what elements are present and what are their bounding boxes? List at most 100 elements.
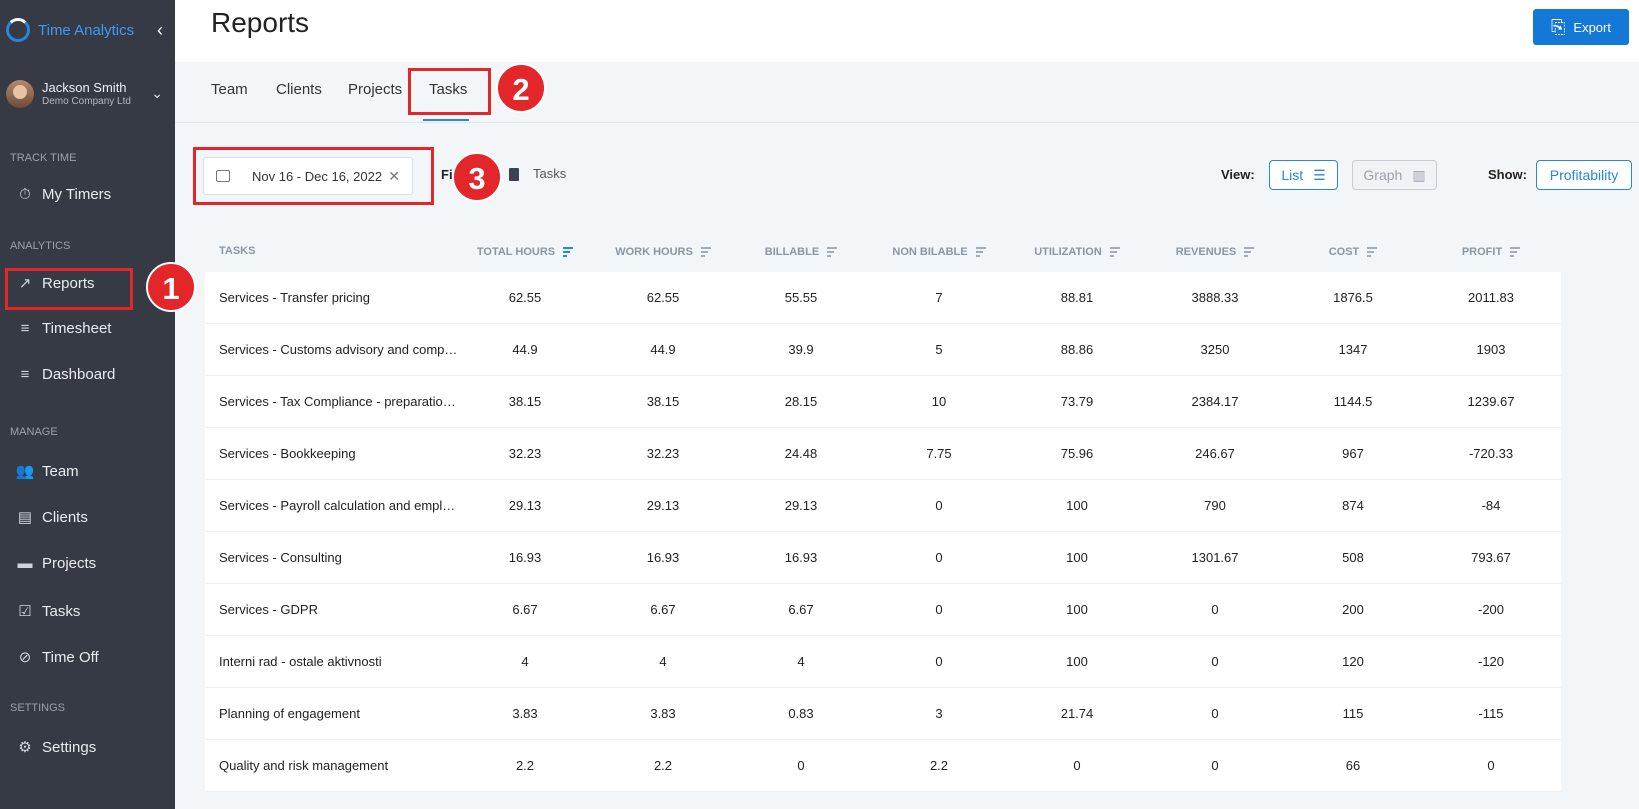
value-cell: 0 (935, 498, 943, 513)
sort-icon[interactable] (1367, 245, 1378, 259)
page-title: Reports (211, 7, 310, 38)
column-header[interactable]: PROFIT (1431, 245, 1551, 259)
filter-tasks-chip[interactable]: Tasks (533, 166, 566, 181)
sidebar-item-timesheet[interactable]: ≡ Timesheet (14, 320, 112, 337)
value-cell: -120 (1477, 654, 1505, 669)
task-name-cell: Services - Customs advisory and compli..… (219, 342, 459, 357)
value-cell: 1301.67 (1191, 550, 1239, 565)
contact-card-icon: ▤ (17, 509, 33, 526)
sidebar-item-settings[interactable]: ⚙ Settings (14, 738, 96, 757)
value-cell: 29.13 (508, 498, 542, 513)
value-cell: 100 (1066, 602, 1088, 617)
value-cell: 200 (1342, 602, 1364, 617)
value-cell: 2.2 (515, 758, 535, 773)
user-menu[interactable]: Jackson Smith Demo Company Ltd ⌄ (6, 80, 171, 108)
task-name-cell: Services - Payroll calculation and emplo… (219, 498, 459, 513)
value-cell: -200 (1477, 602, 1505, 617)
value-cell: 0 (1211, 706, 1219, 721)
table-row[interactable]: Services - Consulting 16.93 16.93 16.93 0 100… (205, 532, 1561, 584)
table-row[interactable]: Services - Customs advisory and compli..… (205, 324, 1561, 376)
value-cell: 38.15 (508, 394, 542, 409)
column-header[interactable]: BILLABLE (741, 245, 861, 259)
column-header[interactable]: COST (1293, 245, 1413, 259)
brand[interactable]: Time Analytics (6, 18, 134, 42)
task-name-cell: Services - GDPR (219, 602, 318, 617)
value-cell: 3 (935, 706, 943, 721)
table-row[interactable]: Interni rad - ostale aktivnosti 4 4 4 0 100 0 1… (205, 636, 1561, 688)
step-badge-1: 1 (146, 262, 196, 312)
tab-team[interactable]: Team (211, 81, 248, 98)
table-row[interactable]: Services - GDPR 6.67 6.67 6.67 0 100 0 200 -200 (205, 584, 1561, 636)
sort-icon[interactable] (563, 245, 574, 259)
table-row[interactable]: Quality and risk management 2.2 2.2 0 2.2 0 0 6… (205, 740, 1561, 792)
value-cell: 10 (931, 394, 947, 409)
value-cell: 246.67 (1195, 446, 1235, 461)
chevron-left-icon[interactable]: ‹ (157, 20, 163, 41)
sidebar-item-time-off[interactable]: ⊘ Time Off (14, 648, 99, 667)
chevron-down-icon[interactable]: ⌄ (151, 85, 163, 102)
value-cell: 6.67 (788, 602, 814, 617)
bar-chart-icon: ▥ (1412, 166, 1426, 183)
sort-icon[interactable] (1510, 245, 1521, 259)
sort-icon[interactable] (975, 245, 986, 259)
value-cell: 1903 (1476, 342, 1506, 357)
app-name: Time Analytics (38, 21, 135, 39)
column-header[interactable]: REVENUES (1155, 245, 1275, 259)
section-settings: SETTINGS (10, 702, 66, 714)
column-header[interactable]: WORK HOURS (603, 245, 723, 259)
export-button[interactable]: ⎘ Export (1533, 9, 1629, 45)
graph-view-button[interactable]: Graph ▥ (1352, 160, 1437, 190)
value-cell: 0 (797, 758, 805, 773)
filter-label: Fi (441, 167, 453, 182)
value-cell: 0 (1073, 758, 1081, 773)
sort-icon[interactable] (827, 245, 838, 259)
table-row[interactable]: Services - Bookkeeping 32.23 32.23 24.48 7.7… (205, 428, 1561, 480)
value-cell: 3.83 (512, 706, 538, 721)
step-badge-3: 3 (452, 152, 502, 202)
column-header[interactable]: NON BILABLE (879, 245, 999, 259)
task-name-cell: Services - Tax Compliance - preparation … (219, 394, 459, 409)
sort-icon[interactable] (1109, 245, 1120, 259)
value-cell: 55.55 (784, 290, 818, 305)
sidebar-item-dashboard[interactable]: ≡ Dashboard (14, 366, 116, 383)
value-cell: 100 (1066, 550, 1088, 565)
sort-icon[interactable] (700, 245, 711, 259)
tab-clients[interactable]: Clients (276, 81, 322, 98)
tab-projects[interactable]: Projects (348, 81, 402, 98)
column-header: TASKS (219, 245, 255, 257)
sidebar-item-label: Team (42, 462, 79, 480)
value-cell: 44.9 (512, 342, 538, 357)
value-cell: 66 (1345, 758, 1361, 773)
sidebar-item-clients[interactable]: ▤ Clients (14, 508, 88, 527)
column-header[interactable]: TOTAL HOURS (465, 245, 585, 259)
list-check-icon: ≡ (20, 366, 30, 383)
sidebar-item-tasks[interactable]: ☑ Tasks (14, 602, 80, 621)
value-cell: 3888.33 (1191, 290, 1239, 305)
list-check-icon: ≡ (20, 320, 30, 337)
table-row[interactable]: Services - Tax Compliance - preparation … (205, 376, 1561, 428)
show-profitability-select[interactable]: Profitability (1536, 160, 1632, 190)
value-cell: 75.96 (1060, 446, 1094, 461)
sort-icon[interactable] (1244, 245, 1255, 259)
view-label: View: (1221, 167, 1255, 182)
sidebar-item-label: Time Off (42, 648, 99, 666)
value-cell: 4 (797, 654, 805, 669)
task-name-cell: Services - Consulting (219, 550, 342, 565)
sidebar-item-team[interactable]: 👥 Team (14, 462, 79, 481)
value-cell: 21.74 (1060, 706, 1094, 721)
value-cell: 508 (1342, 550, 1364, 565)
table-row[interactable]: Services - Transfer pricing 62.55 62.55 55.… (205, 272, 1561, 324)
value-cell: 0 (1211, 654, 1219, 669)
table-row[interactable]: Planning of engagement 3.83 3.83 0.83 3 21.74… (205, 688, 1561, 740)
value-cell: 4 (521, 654, 529, 669)
sidebar-item-projects[interactable]: ▬ Projects (14, 555, 97, 572)
step-badge-2: 2 (496, 63, 546, 113)
table-row[interactable]: Services - Payroll calculation and emplo… (205, 480, 1561, 532)
value-cell: 2384.17 (1191, 394, 1239, 409)
graph-view-label: Graph (1363, 167, 1403, 183)
column-header[interactable]: UTILIZATION (1017, 245, 1137, 259)
list-view-button[interactable]: List ☰ (1269, 160, 1338, 190)
column-header-label: BILLABLE (764, 245, 820, 258)
sidebar-item-my-timers[interactable]: ⏱ My Timers (14, 186, 111, 203)
highlight-box-date-range (193, 147, 434, 205)
